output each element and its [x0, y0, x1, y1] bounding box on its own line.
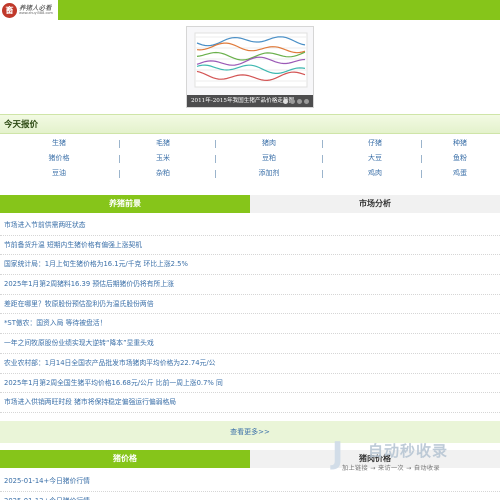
- featured-slideshow[interactable]: 2011年-2015年我国生猪产品价格走势图: [186, 26, 314, 108]
- quotes-grid: 生猪 毛猪 猪肉 仔猪 种猪 猪价格 玉米 豆粕 大豆 鱼粉 豆油 杂粕 添加剂…: [0, 138, 500, 183]
- news-item[interactable]: 市场进入供销两旺时段 猪市将保持稳定偏强运行偏弱格局: [0, 393, 500, 413]
- divider: [215, 155, 216, 163]
- news-item[interactable]: 2025年1月第2周全国生猪平均价格16.68元/公斤 比前一周上涨0.7% 同: [0, 374, 500, 394]
- quote-link[interactable]: 毛猪: [118, 138, 208, 148]
- quote-link[interactable]: 添加剂: [224, 168, 314, 178]
- news-item[interactable]: 农业农村部：1月14日全国农产品批发市场猪肉平均价格为22.74元/公: [0, 354, 500, 374]
- quote-link[interactable]: 鱼粉: [415, 153, 500, 163]
- watermark-subtitle: 加上链接 → 来访一次 → 自动收录: [342, 465, 440, 472]
- slideshow-caption[interactable]: 2011年-2015年我国生猪产品价格走势图: [187, 95, 313, 107]
- news-item[interactable]: 节前备货升温 短期内生猪价格有偏强上涨契机: [0, 236, 500, 256]
- quote-link[interactable]: 大豆: [330, 153, 420, 163]
- news-item[interactable]: 2025年1月第2周猪料16.39 预估后期猪价仍将有所上涨: [0, 275, 500, 295]
- divider: [322, 170, 323, 178]
- site-logo[interactable]: 畜 养猪人必看 www.zhuyi588.com: [0, 0, 58, 20]
- quote-link[interactable]: 猪价格: [14, 153, 104, 163]
- divider: [322, 140, 323, 148]
- news-item[interactable]: 国家统计局：1月上旬生猪价格为16.1元/千克 环比上涨2.5%: [0, 255, 500, 276]
- slideshow-dot[interactable]: [304, 98, 309, 104]
- watermark-badge: J 自动秒收录 加上链接 → 来访一次 → 自动收录: [332, 437, 482, 477]
- quote-link[interactable]: 鸡肉: [330, 168, 420, 178]
- quote-link[interactable]: 鸡蛋: [415, 168, 500, 178]
- news-item[interactable]: 2025-01-13+今日猪价行情: [0, 492, 500, 500]
- quotes-row: 生猪 毛猪 猪肉 仔猪 种猪: [0, 138, 500, 153]
- quote-link[interactable]: 猪肉: [224, 138, 314, 148]
- slideshow-dot[interactable]: [283, 98, 288, 104]
- news-list: 市场进入节前供需两旺状态 节前备货升温 短期内生猪价格有偏强上涨契机 国家统计局…: [0, 216, 500, 413]
- divider: [322, 155, 323, 163]
- logo-url: www.zhuyi588.com: [19, 11, 53, 15]
- quote-link[interactable]: 种猪: [415, 138, 500, 148]
- quote-link[interactable]: 玉米: [118, 153, 208, 163]
- quote-link[interactable]: 豆粕: [224, 153, 314, 163]
- logo-seal-icon: 畜: [2, 2, 17, 18]
- slideshow-dot[interactable]: [290, 98, 295, 104]
- tab-pig-prospects[interactable]: 养猪前景: [0, 195, 250, 213]
- tab-market-analysis[interactable]: 市场分析: [250, 195, 500, 213]
- news-item[interactable]: 差距在哪里？牧原股份预估盈利仍为温氏股份两倍: [0, 295, 500, 315]
- quote-link[interactable]: 杂粕: [118, 168, 208, 178]
- tab-pig-price[interactable]: 猪价格: [0, 450, 250, 468]
- divider: [215, 170, 216, 178]
- news-item[interactable]: 一年之间牧原股份业绩实现大逆转“降本”显重头戏: [0, 334, 500, 354]
- quotes-row: 猪价格 玉米 豆粕 大豆 鱼粉: [0, 153, 500, 168]
- price-trend-thumbnail: [194, 32, 308, 88]
- news-item[interactable]: 市场进入节前供需两旺状态: [0, 216, 500, 236]
- quotes-title: 今天报价: [4, 120, 39, 130]
- quotes-section-header: 今天报价: [0, 114, 500, 134]
- quote-link[interactable]: 豆油: [14, 168, 104, 178]
- watermark-title: 自动秒收录: [368, 442, 449, 460]
- quotes-row: 豆油 杂粕 添加剂 鸡肉 鸡蛋: [0, 168, 500, 183]
- top-bar: 畜 养猪人必看 www.zhuyi588.com: [0, 0, 500, 20]
- logo-text: 养猪人必看 www.zhuyi588.com: [19, 4, 53, 16]
- quote-link[interactable]: 生猪: [14, 138, 104, 148]
- quote-link[interactable]: 仔猪: [330, 138, 420, 148]
- slideshow-caption-text: 2011年-2015年我国生猪产品价格走势图: [191, 98, 295, 104]
- divider: [215, 140, 216, 148]
- news-item[interactable]: *ST傲农：国资入局 等待被盘活！: [0, 314, 500, 335]
- slideshow-pager: [283, 98, 309, 104]
- slideshow-dot[interactable]: [297, 98, 302, 104]
